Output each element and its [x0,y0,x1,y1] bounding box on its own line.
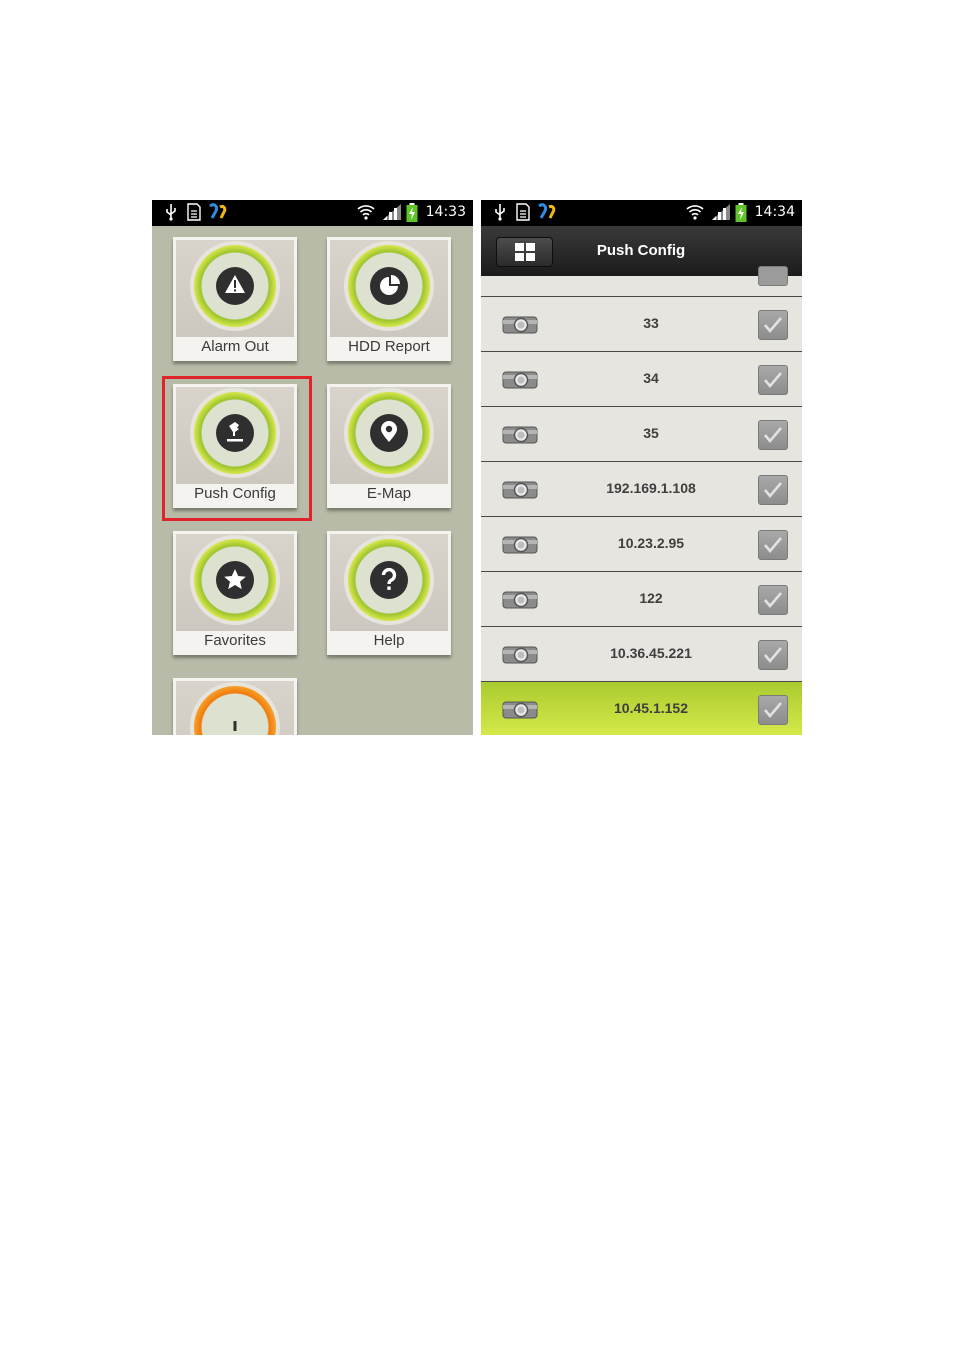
device-name: 35 [643,425,659,441]
notification-icon [537,203,557,225]
title-bar: Push Config [481,226,802,276]
status-time: 14:33 [425,204,466,220]
device-row[interactable]: 10.45.1.152 [481,682,802,735]
device-row[interactable]: 35 [481,407,802,462]
device-row[interactable]: 10.36.45.221 [481,627,802,682]
tile-hdd-report[interactable]: HDD Report [327,237,451,361]
device-name: 192.169.1.108 [606,480,696,496]
device-name: 34 [643,370,659,386]
camera-icon [502,424,538,451]
list-item-partial[interactable] [481,266,802,297]
battery-icon [735,203,747,227]
warning-icon [216,267,254,305]
tile-favorites[interactable]: Favorites [173,531,297,655]
device-row[interactable]: 192.169.1.108 [481,462,802,517]
usb-icon [164,203,178,225]
sd-card-icon [515,203,531,225]
star-icon [216,561,254,599]
device-checkbox[interactable] [758,585,788,615]
main-menu-screen: 14:33 Alarm Out HDD Report Push Config E… [152,200,473,735]
pie-chart-icon [370,267,408,305]
tile-e-map[interactable]: E-Map [327,384,451,508]
status-bar: 14:33 [152,200,473,226]
grid-icon [515,243,535,261]
map-pin-icon [370,414,408,452]
device-checkbox[interactable] [758,695,788,725]
camera-icon [502,589,538,616]
notification-icon [208,203,228,225]
highlight-box [162,376,312,521]
wifi-icon [686,203,704,225]
device-checkbox[interactable] [758,420,788,450]
device-checkbox[interactable] [758,365,788,395]
device-name: 10.45.1.152 [614,700,688,716]
device-checkbox[interactable] [758,640,788,670]
device-row[interactable]: 122 [481,572,802,627]
wifi-icon [357,203,375,225]
camera-icon [502,699,538,726]
device-name: 10.23.2.95 [617,535,685,551]
battery-icon [406,203,418,227]
device-name: 10.36.45.221 [610,645,692,661]
status-time: 14:34 [754,204,795,220]
push-config-screen: 14:34 Push Config 33 34 35 192.169.1.108 10.… [481,200,802,735]
device-row[interactable]: 10.23.2.95 [481,517,802,572]
usb-icon [493,203,507,225]
camera-icon [502,479,538,506]
device-name: 33 [643,315,659,331]
signal-icon [382,203,402,225]
sd-card-icon [186,203,202,225]
device-checkbox[interactable] [758,310,788,340]
device-checkbox[interactable] [758,475,788,505]
device-row[interactable]: 34 [481,352,802,407]
question-icon [370,561,408,599]
tile-label: Alarm Out [201,338,269,355]
tile-label: E-Map [366,485,412,502]
status-bar: 14:34 [481,200,802,226]
tile-label: Help [373,632,405,649]
tile-label: HDD Report [348,338,430,355]
camera-icon [502,534,538,561]
signal-icon [711,203,731,225]
tile-alarm-out[interactable]: Alarm Out [173,237,297,361]
page-title: Push Config [596,242,686,259]
camera-icon [502,314,538,341]
camera-icon [502,644,538,671]
camera-icon [502,369,538,396]
device-name: 122 [639,590,663,606]
device-row[interactable]: 33 [481,297,802,352]
device-checkbox[interactable] [758,530,788,560]
tile-help[interactable]: Help [327,531,451,655]
tile-partial[interactable] [173,678,297,735]
tile-label: Favorites [204,632,266,649]
power-icon [233,721,237,731]
